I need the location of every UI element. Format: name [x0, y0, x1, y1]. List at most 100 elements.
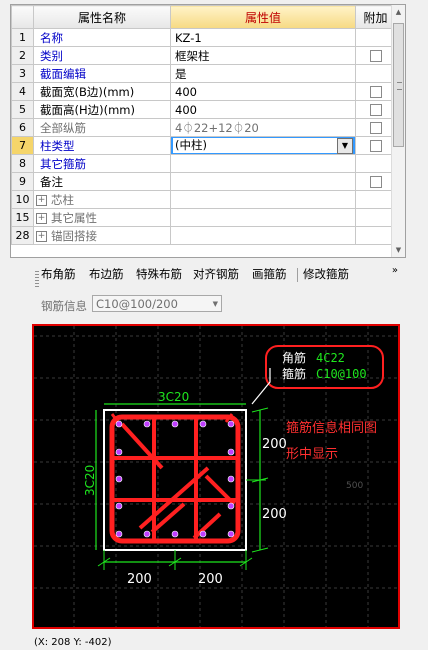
extra-checkbox[interactable] — [369, 86, 382, 98]
property-name[interactable]: 名称 — [33, 28, 171, 47]
property-value[interactable]: 框架柱 — [170, 46, 356, 65]
property-name-text: 截面宽(B边)(mm) — [40, 84, 135, 99]
property-name[interactable]: 截面宽(B边)(mm) — [33, 82, 171, 101]
scroll-up-icon[interactable]: ▲ — [392, 5, 405, 19]
property-extra[interactable] — [355, 172, 396, 191]
property-extra[interactable] — [355, 100, 396, 119]
property-extra[interactable] — [355, 190, 396, 209]
scroll-thumb[interactable] — [393, 23, 404, 147]
row-number: 3 — [11, 64, 34, 83]
property-name[interactable]: 备注 — [33, 172, 171, 191]
property-extra[interactable] — [355, 28, 396, 47]
grid-scrollbar[interactable]: ▲ ▼ — [391, 5, 405, 257]
property-name-text: 备注 — [40, 174, 63, 189]
property-name[interactable]: + 芯柱 — [33, 190, 171, 209]
extra-checkbox[interactable] — [369, 104, 382, 116]
extra-checkbox[interactable] — [369, 140, 382, 152]
rebar-dot — [171, 530, 179, 538]
property-value[interactable] — [170, 190, 356, 209]
property-extra[interactable] — [355, 154, 396, 173]
property-name[interactable]: 其它箍筋 — [33, 154, 171, 173]
btn-align-bar[interactable]: 对齐钢筋 — [193, 266, 239, 282]
property-extra[interactable] — [355, 82, 396, 101]
property-value[interactable]: 4⏀22+12⏀20 — [170, 118, 356, 137]
property-name[interactable]: 截面编辑 — [33, 64, 171, 83]
grid-row[interactable]: 8 其它箍筋 — [11, 154, 396, 173]
grid-row[interactable]: 2 类别 框架柱 — [11, 46, 396, 65]
btn-draw-stirrup[interactable]: 画箍筋 — [252, 266, 287, 282]
property-value[interactable] — [170, 172, 356, 191]
grid-header: 属性名称 属性值 附加 — [11, 5, 396, 29]
toolbar-grip[interactable] — [35, 271, 39, 287]
row-number: 9 — [11, 172, 34, 191]
header-value[interactable]: 属性值 — [170, 5, 356, 29]
right-dim-1: 200 — [262, 437, 287, 452]
grid-row[interactable]: 1 名称 KZ-1 — [11, 28, 396, 47]
toolbar-more-icon[interactable]: » — [392, 265, 398, 276]
property-name[interactable]: 全部纵筋 — [33, 118, 171, 137]
grid-row[interactable]: 6 全部纵筋 4⏀22+12⏀20 — [11, 118, 396, 137]
property-name[interactable]: 柱类型 — [33, 136, 171, 155]
rebar-info-row: 钢筋信息 C10@100/200 ▼ — [26, 292, 402, 316]
property-value[interactable]: (中柱) ▼ — [170, 136, 356, 155]
extra-checkbox[interactable] — [369, 50, 382, 62]
scroll-down-icon[interactable]: ▼ — [392, 243, 405, 257]
column-type-select[interactable]: (中柱) — [173, 138, 337, 153]
grid-row[interactable]: 10 + 芯柱 — [11, 190, 396, 209]
property-value[interactable]: 400 — [170, 100, 356, 119]
section-canvas[interactable]: 3C20 3C20 200 200 200 200 500 角筋 箍筋 4C22… — [32, 324, 400, 629]
grid-row[interactable]: 9 备注 — [11, 172, 396, 191]
grid-row[interactable]: 5 截面高(H边)(mm) 400 — [11, 100, 396, 119]
grid-row[interactable]: 15 + 其它属性 — [11, 208, 396, 227]
column-outline — [103, 409, 247, 551]
expand-icon[interactable]: + — [36, 230, 47, 242]
property-name-text: 全部纵筋 — [40, 120, 86, 135]
property-extra[interactable] — [355, 208, 396, 227]
extra-checkbox[interactable] — [369, 122, 382, 134]
property-extra[interactable] — [355, 64, 396, 83]
property-value[interactable] — [170, 226, 356, 245]
property-extra[interactable] — [355, 136, 396, 155]
cell-value: KZ-1 — [175, 30, 202, 45]
property-name[interactable]: 类别 — [33, 46, 171, 65]
property-value[interactable]: 400 — [170, 82, 356, 101]
expand-icon[interactable]: + — [36, 212, 47, 224]
faint-label: 500 — [346, 481, 363, 491]
header-extra[interactable]: 附加 — [355, 5, 396, 29]
property-value[interactable] — [170, 154, 356, 173]
cell-value: 4⏀22+12⏀20 — [175, 120, 259, 135]
btn-special-bar[interactable]: 特殊布筋 — [136, 266, 182, 282]
grid-row[interactable]: 7 柱类型 (中柱) ▼ — [11, 136, 396, 155]
row-number: 2 — [11, 46, 34, 65]
property-extra[interactable] — [355, 118, 396, 137]
grid-row[interactable]: 4 截面宽(B边)(mm) 400 — [11, 82, 396, 101]
property-name[interactable]: 截面高(H边)(mm) — [33, 100, 171, 119]
btn-corner-bar[interactable]: 布角筋 — [41, 266, 76, 282]
property-value[interactable]: 是 — [170, 64, 356, 83]
property-value[interactable] — [170, 208, 356, 227]
property-name-text: 柱类型 — [40, 138, 75, 153]
dropdown-arrow-icon[interactable]: ▼ — [337, 138, 353, 154]
property-name[interactable]: + 其它属性 — [33, 208, 171, 227]
property-name[interactable]: + 锚固搭接 — [33, 226, 171, 245]
status-bar: (X: 208 Y: -402) — [26, 637, 402, 650]
property-extra[interactable] — [355, 46, 396, 65]
header-name[interactable]: 属性名称 — [33, 5, 171, 29]
row-number: 7 — [11, 136, 34, 155]
property-value[interactable]: KZ-1 — [170, 28, 356, 47]
combo-arrow-icon[interactable]: ▼ — [213, 296, 218, 313]
rebar-info-label: 钢筋信息 — [41, 299, 87, 313]
property-name-text: 名称 — [40, 30, 63, 45]
callout-value-corner: 4C22 — [316, 351, 345, 365]
rebar-info-combo[interactable]: C10@100/200 ▼ — [92, 295, 222, 312]
expand-icon[interactable]: + — [36, 194, 47, 206]
grid-row[interactable]: 28 + 锚固搭接 — [11, 226, 396, 245]
cell-value: 400 — [175, 102, 197, 117]
property-name-text: 其它属性 — [51, 210, 97, 225]
extra-checkbox[interactable] — [369, 176, 382, 188]
property-extra[interactable] — [355, 226, 396, 245]
property-name-text: 芯柱 — [51, 192, 74, 207]
grid-row[interactable]: 3 截面编辑 是 — [11, 64, 396, 83]
btn-edit-stirrup[interactable]: 修改箍筋 — [303, 266, 349, 282]
btn-edge-bar[interactable]: 布边筋 — [89, 266, 124, 282]
